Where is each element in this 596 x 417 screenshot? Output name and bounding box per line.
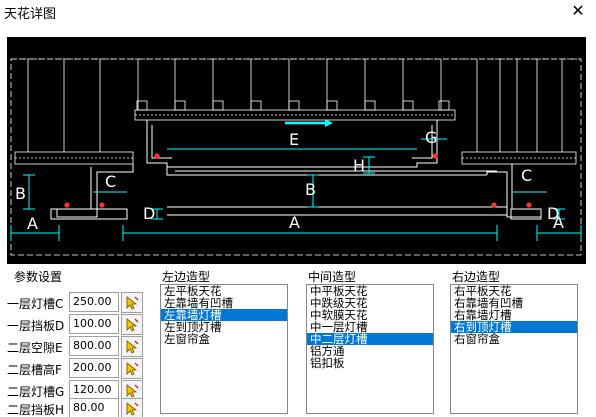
pick-cursor-icon	[126, 295, 139, 310]
middle-shape-list[interactable]: 中平板天花 中跌级天花 中软膜天花 中一层灯槽 中二层灯槽 铝方通 铝扣板	[306, 284, 434, 414]
pick-button[interactable]	[121, 358, 143, 379]
pick-button[interactable]	[121, 292, 143, 313]
left-shape-list[interactable]: 左平板天花 左靠墙有凹槽 左靠墙灯槽 左到顶灯槽 左窗帘盒	[160, 284, 288, 414]
param-row: 二层挡板H 80.00	[0, 398, 150, 417]
dim-label-d-left: D	[143, 204, 155, 223]
left-shape-group-label: 左边造型	[160, 268, 213, 285]
pick-cursor-icon	[126, 361, 139, 376]
dim-label-g: G	[425, 128, 437, 147]
dim-label-c-left: C	[105, 172, 116, 191]
dim-label-b-left: B	[15, 184, 26, 203]
right-shape-group-label: 右边造型	[450, 268, 503, 285]
pick-button[interactable]	[121, 336, 143, 357]
pick-button[interactable]	[121, 314, 143, 335]
param-label: 二层空隙E	[7, 341, 63, 355]
dim-label-c-right: C	[521, 166, 532, 185]
ceiling-preview: A A A B B C C D D E G H	[7, 37, 586, 264]
pick-cursor-icon	[126, 401, 139, 416]
param-label: 二层槽高F	[7, 363, 62, 377]
title-bar: 天花详图 ✕	[0, 0, 596, 24]
list-item[interactable]: 铝扣板	[307, 357, 433, 369]
param-input-g[interactable]: 120.00	[69, 380, 119, 400]
param-input-f[interactable]: 200.00	[69, 358, 119, 378]
light-fixture-markers	[64, 153, 532, 208]
window-title: 天花详图	[4, 7, 57, 22]
param-label: 一层挡板D	[7, 319, 65, 333]
dim-label-e: E	[289, 130, 299, 149]
pick-button[interactable]	[121, 398, 143, 417]
pick-cursor-icon	[126, 383, 139, 398]
dim-label-d-right: D	[547, 204, 559, 223]
param-input-e[interactable]: 800.00	[69, 336, 119, 356]
side-panels	[14, 151, 577, 165]
param-input-c[interactable]: 250.00	[69, 292, 119, 312]
param-row: 一层挡板D 100.00	[0, 314, 150, 336]
ceiling-drawing: A A A B B C C D D E G H	[10, 58, 582, 256]
param-label: 一层灯槽C	[7, 297, 64, 311]
pick-cursor-icon	[126, 339, 139, 354]
param-input-h[interactable]: 80.00	[69, 398, 119, 417]
param-label: 二层挡板H	[7, 403, 65, 417]
pick-cursor-icon	[126, 317, 139, 332]
dim-label-h: H	[353, 156, 365, 175]
dim-label-a-left: A	[27, 214, 38, 233]
dim-label-a-middle: A	[289, 213, 300, 232]
upper-channel	[134, 100, 456, 121]
right-shape-list[interactable]: 右平板天花 右靠墙有凹槽 右靠墙灯槽 右到顶灯槽 右窗帘盒	[450, 284, 578, 414]
params-group-label: 参数设置	[12, 268, 65, 285]
list-item[interactable]: 右窗帘盒	[451, 333, 577, 345]
param-row: 一层灯槽C 250.00	[0, 292, 150, 314]
dim-label-b-middle: B	[305, 180, 316, 199]
close-button[interactable]: ✕	[568, 1, 588, 21]
param-row: 二层槽高F 200.00	[0, 358, 150, 380]
param-input-d[interactable]: 100.00	[69, 314, 119, 334]
middle-shape-group-label: 中间造型	[306, 268, 359, 285]
param-row: 二层空隙E 800.00	[0, 336, 150, 358]
list-item[interactable]: 左窗帘盒	[161, 333, 287, 345]
